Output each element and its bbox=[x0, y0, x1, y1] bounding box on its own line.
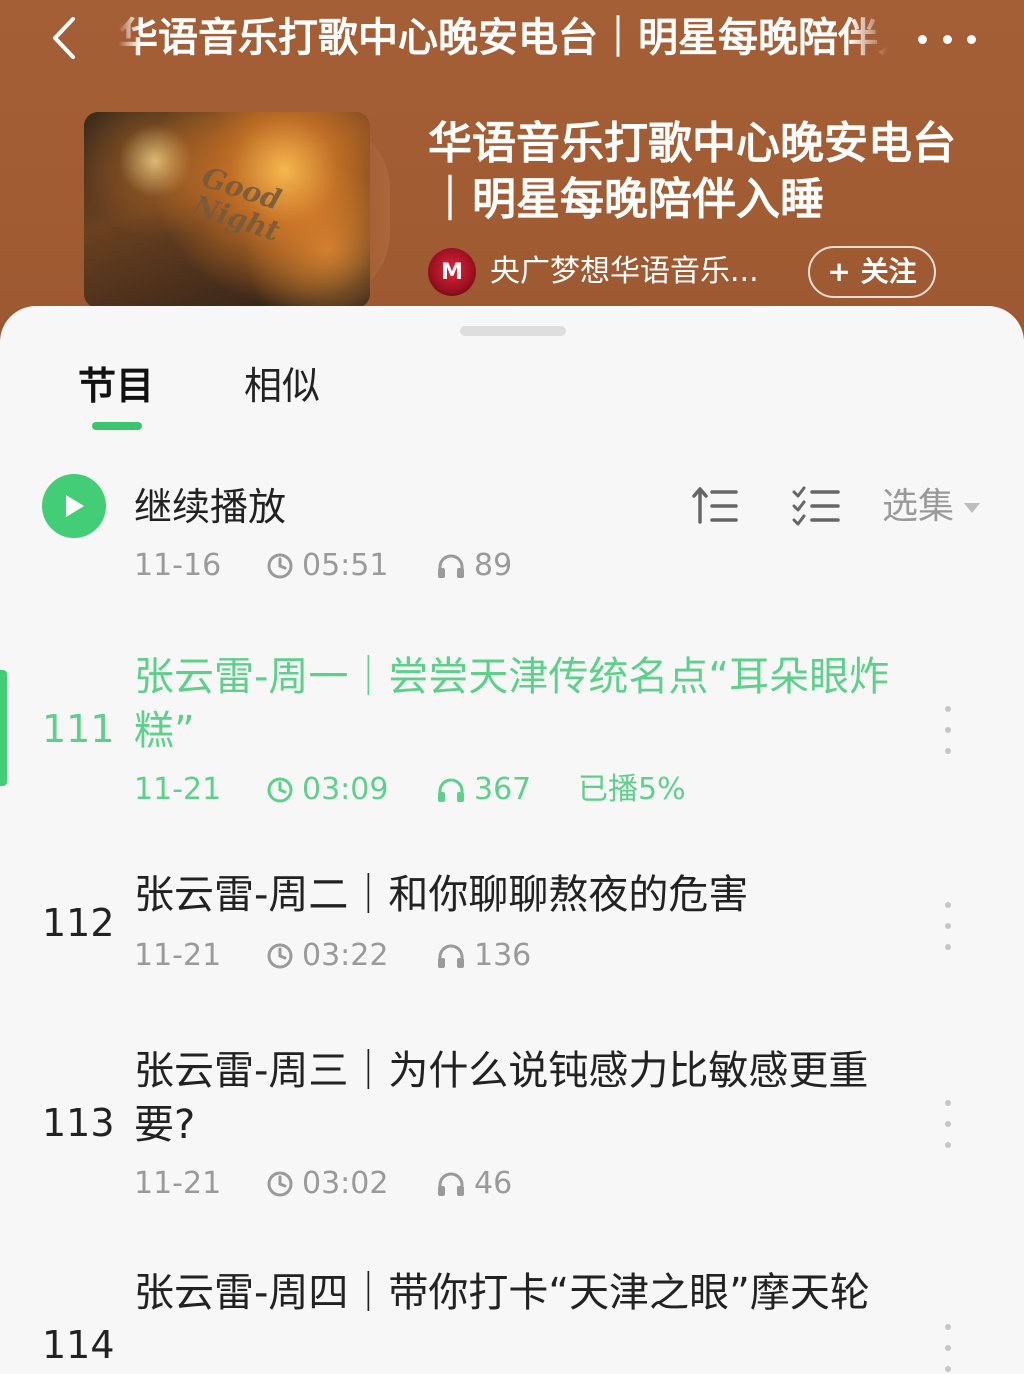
episode-meta: 11-21 03:09 367 已播5% bbox=[134, 770, 686, 810]
headphones-icon bbox=[438, 944, 464, 968]
more-dot bbox=[945, 1142, 951, 1148]
more-dot bbox=[945, 727, 951, 733]
episode-index: 113 bbox=[42, 1101, 115, 1145]
more-dot bbox=[945, 1366, 951, 1372]
clock-icon bbox=[267, 777, 293, 803]
more-dot bbox=[945, 1121, 951, 1127]
resume-date: 11-16 bbox=[134, 548, 222, 583]
tab-similar[interactable]: 相似 bbox=[244, 358, 320, 414]
caret-down-icon bbox=[964, 503, 981, 513]
headphones-icon bbox=[438, 554, 464, 578]
album-header: 华语音乐打歌中心晚安电台｜明星每晚陪伴入睡 Good Night 华语音乐打歌中… bbox=[0, 0, 1024, 340]
episode-plays: 136 bbox=[474, 938, 532, 973]
episode-plays-group: 367 bbox=[436, 770, 578, 810]
resume-meta: 11-16 05:51 89 bbox=[134, 546, 578, 586]
episode-plays-group: 46 bbox=[436, 1164, 578, 1204]
episode-plays-group: 136 bbox=[436, 936, 578, 976]
resume-plays-group: 89 bbox=[436, 546, 578, 586]
episode-progress: 已播5% bbox=[578, 772, 686, 807]
resume-duration: 05:51 bbox=[302, 548, 389, 583]
episode-plays: 367 bbox=[474, 772, 532, 807]
more-dot bbox=[967, 34, 976, 44]
more-dot bbox=[918, 34, 927, 44]
sort-icon[interactable] bbox=[692, 484, 740, 528]
clock-icon bbox=[267, 943, 293, 969]
episode-duration: 03:22 bbox=[302, 938, 389, 973]
episode-duration-group: 03:02 bbox=[266, 1164, 436, 1204]
resume-label[interactable]: 继续播放 bbox=[134, 480, 286, 534]
episode-more-button[interactable] bbox=[930, 700, 966, 760]
episode-index: 114 bbox=[42, 1323, 115, 1367]
episode-plays: 46 bbox=[474, 1166, 513, 1201]
album-cover-text: Good Night bbox=[188, 160, 286, 248]
follow-button[interactable]: + 关注 bbox=[808, 246, 936, 298]
drag-handle[interactable] bbox=[460, 326, 566, 336]
clock-icon bbox=[267, 553, 293, 579]
headphones-icon bbox=[438, 1172, 464, 1196]
more-dot bbox=[945, 923, 951, 929]
clock-icon bbox=[267, 1171, 293, 1197]
more-dot bbox=[945, 1100, 951, 1106]
episode-select-dropdown[interactable]: 选集 bbox=[882, 480, 981, 534]
episode-meta: 11-21 03:22 136 bbox=[134, 936, 578, 976]
resume-plays: 89 bbox=[474, 548, 513, 583]
episode-title[interactable]: 张云雷-周一｜尝尝天津传统名点“耳朵眼炸糕” bbox=[134, 650, 914, 758]
album-title: 华语音乐打歌中心晚安电台｜明星每晚陪伴入睡 bbox=[428, 118, 956, 225]
resume-play-button[interactable] bbox=[42, 474, 106, 538]
episode-meta: 11-21 03:02 46 bbox=[134, 1164, 578, 1204]
episode-index: 112 bbox=[42, 901, 115, 945]
episode-duration: 03:09 bbox=[302, 772, 389, 807]
now-playing-indicator bbox=[0, 670, 7, 786]
episode-title[interactable]: 张云雷-周三｜为什么说钝感力比敏感更重要? bbox=[134, 1044, 914, 1152]
more-dot bbox=[945, 1345, 951, 1351]
play-icon bbox=[66, 495, 84, 517]
episode-date: 11-21 bbox=[134, 938, 222, 973]
more-dot bbox=[945, 706, 951, 712]
episode-title[interactable]: 张云雷-周二｜和你聊聊熬夜的危害 bbox=[134, 868, 914, 922]
episode-date: 11-21 bbox=[134, 772, 222, 807]
more-options-button[interactable] bbox=[912, 14, 982, 64]
more-dot bbox=[945, 944, 951, 950]
multiselect-icon[interactable] bbox=[792, 484, 840, 528]
author-avatar[interactable]: M bbox=[428, 248, 476, 296]
back-button[interactable] bbox=[34, 8, 94, 68]
headphones-icon bbox=[438, 778, 464, 802]
active-tab-indicator bbox=[92, 422, 142, 430]
episode-date: 11-21 bbox=[134, 1166, 222, 1201]
episode-title[interactable]: 张云雷-周四｜带你打卡“天津之眼”摩天轮 bbox=[134, 1266, 914, 1320]
episode-duration: 03:02 bbox=[302, 1166, 389, 1201]
episode-more-button[interactable] bbox=[930, 1094, 966, 1154]
album-cover[interactable]: Good Night bbox=[84, 112, 370, 308]
episode-select-label: 选集 bbox=[882, 486, 955, 527]
episode-sheet: 节目 相似 继续播放 选集 11-16 05:51 89 111 张云雷-周一｜… bbox=[0, 306, 1024, 1374]
episode-duration-group: 03:22 bbox=[266, 936, 436, 976]
episode-more-button[interactable] bbox=[930, 896, 966, 956]
page-title: 华语音乐打歌中心晚安电台｜明星每晚陪伴入睡 bbox=[118, 15, 888, 61]
more-dot bbox=[945, 902, 951, 908]
more-dot bbox=[945, 748, 951, 754]
resume-duration-group: 05:51 bbox=[266, 546, 436, 586]
author-name[interactable]: 央广梦想华语音乐... bbox=[490, 250, 790, 294]
episode-duration-group: 03:09 bbox=[266, 770, 436, 810]
more-dot bbox=[945, 1324, 951, 1330]
chevron-left-icon bbox=[53, 17, 75, 59]
episode-more-button[interactable] bbox=[930, 1318, 966, 1374]
episode-index: 111 bbox=[42, 707, 115, 751]
top-bar: 华语音乐打歌中心晚安电台｜明星每晚陪伴入睡 bbox=[0, 0, 1024, 80]
more-dot bbox=[942, 34, 952, 44]
tab-episodes[interactable]: 节目 bbox=[78, 358, 154, 414]
